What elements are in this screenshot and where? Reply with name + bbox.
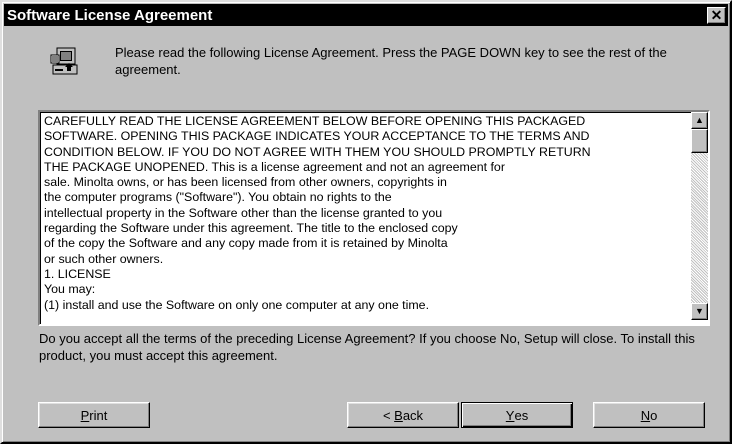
instructions-text: Please read the following License Agreem… xyxy=(115,45,667,77)
scroll-up-button[interactable]: ▲ xyxy=(691,112,708,129)
accept-question-text: Do you accept all the terms of the prece… xyxy=(39,331,695,363)
scroll-down-button[interactable]: ▼ xyxy=(691,303,708,320)
close-icon: ✕ xyxy=(710,7,723,23)
license-dialog: Software License Agreement ✕ Please read… xyxy=(0,0,732,444)
license-text-area[interactable]: CAREFULLY READ THE LICENSE AGREEMENT BEL… xyxy=(38,110,710,326)
scroll-thumb[interactable] xyxy=(691,129,708,153)
yes-button[interactable]: Yes xyxy=(461,402,573,428)
yes-mnemonic: Y xyxy=(505,407,515,423)
yes-label: es xyxy=(514,407,529,423)
no-mnemonic: N xyxy=(640,407,651,423)
no-label: o xyxy=(650,407,658,423)
no-button[interactable]: No xyxy=(593,402,705,428)
license-text[interactable]: CAREFULLY READ THE LICENSE AGREEMENT BEL… xyxy=(44,114,682,320)
back-mnemonic: B xyxy=(394,407,403,423)
window-title: Software License Agreement xyxy=(7,6,213,24)
back-label: ack xyxy=(402,407,424,423)
vertical-scrollbar[interactable]: ▲ ▼ xyxy=(691,112,708,320)
print-mnemonic: P xyxy=(80,407,90,423)
back-button[interactable]: < Back xyxy=(347,402,459,428)
arrow-up-icon: ▲ xyxy=(695,115,704,125)
arrow-down-icon: ▼ xyxy=(695,306,704,316)
title-bar: Software License Agreement ✕ xyxy=(4,4,728,26)
setup-computer-icon xyxy=(50,47,78,75)
close-button[interactable]: ✕ xyxy=(707,7,726,24)
back-prefix: < xyxy=(382,407,395,423)
print-label: rint xyxy=(89,407,108,423)
print-button[interactable]: Print xyxy=(38,402,150,428)
